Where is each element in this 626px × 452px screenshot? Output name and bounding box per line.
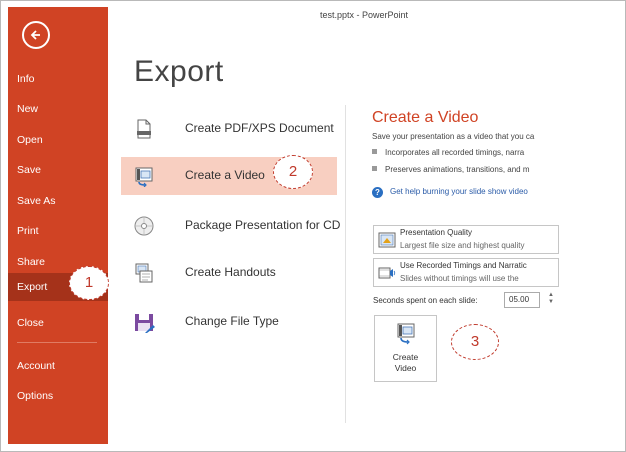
file-type-icon [135, 314, 155, 333]
timings-dropdown[interactable]: Use Recorded Timings and Narratic Slides… [373, 258, 559, 287]
video-panel-bullet: Preserves animations, transitions, and m [372, 165, 560, 174]
sidebar-item-open[interactable]: Open [8, 126, 108, 154]
video-panel-description: Save your presentation as a video that y… [372, 132, 535, 141]
sidebar-item-save-as[interactable]: Save As [8, 187, 108, 215]
bullet-marker [372, 166, 377, 171]
video-panel-title: Create a Video [372, 109, 479, 126]
export-option-label: Create PDF/XPS Document [185, 121, 334, 135]
sidebar-item-print[interactable]: Print [8, 217, 108, 245]
create-video-icon [397, 323, 415, 345]
video-icon [135, 167, 153, 187]
create-video-label: Create Video [375, 352, 436, 374]
help-link[interactable]: ? Get help burning your slide show video [372, 187, 560, 198]
page-title: Export [134, 55, 224, 88]
timings-dropdown-sub: Slides without timings will use the [400, 274, 519, 283]
create-video-label-line1: Create [392, 352, 419, 362]
callout-3: 3 [451, 324, 499, 360]
export-option-cd[interactable]: Package Presentation for CD [121, 207, 341, 245]
sidebar-item-close[interactable]: Close [8, 309, 108, 337]
sidebar-item-info[interactable]: Info [8, 65, 108, 93]
back-button[interactable] [22, 21, 50, 49]
timings-narration-icon [378, 267, 396, 279]
bullet-text: Preserves animations, transitions, and m [385, 165, 530, 174]
quality-dropdown-sub: Largest file size and highest quality [400, 241, 525, 250]
export-option-pdf[interactable]: Create PDF/XPS Document [121, 110, 337, 148]
backstage-sidebar: Info New Open Save Save As Print Share E… [8, 7, 108, 444]
callout-1: 1 [69, 266, 109, 300]
callout-2: 2 [273, 155, 313, 189]
export-option-change-type[interactable]: Change File Type [121, 303, 337, 341]
handouts-icon [135, 263, 153, 283]
quality-dropdown-label: Presentation Quality [400, 228, 473, 237]
window-title: test.pptx - PowerPoint [319, 10, 409, 20]
back-arrow-icon [30, 30, 40, 40]
pdf-document-icon [137, 119, 151, 139]
export-option-label: Change File Type [185, 314, 279, 328]
sidebar-item-account[interactable]: Account [8, 352, 108, 380]
export-option-label: Create Handouts [185, 265, 276, 279]
seconds-input[interactable]: 05.00 [504, 292, 540, 308]
export-option-handouts[interactable]: Create Handouts [121, 254, 337, 292]
quality-dropdown[interactable]: Presentation Quality Largest file size a… [373, 225, 559, 254]
help-link-text: Get help burning your slide show video [390, 187, 528, 196]
create-video-label-line2: Video [394, 363, 417, 373]
sidebar-separator [17, 342, 97, 343]
window-frame: Info New Open Save Save As Print Share E… [0, 0, 626, 452]
spin-down-icon[interactable]: ▼ [546, 299, 556, 306]
export-option-label: Create a Video [185, 168, 265, 182]
timings-dropdown-label: Use Recorded Timings and Narratic [400, 261, 527, 270]
help-icon: ? [372, 187, 383, 198]
sidebar-item-new[interactable]: New [8, 95, 108, 123]
export-option-label: Package Presentation for CD [185, 218, 341, 232]
bullet-marker [372, 149, 377, 154]
create-video-button[interactable]: Create Video [374, 315, 437, 382]
seconds-label: Seconds spent on each slide: [373, 296, 478, 305]
sidebar-item-save[interactable]: Save [8, 156, 108, 184]
sidebar-item-options[interactable]: Options [8, 382, 108, 410]
bullet-text: Incorporates all recorded timings, narra [385, 148, 525, 157]
cd-icon [134, 216, 154, 236]
presentation-quality-icon [378, 232, 396, 248]
spin-up-icon[interactable]: ▲ [546, 292, 556, 299]
seconds-spinner[interactable]: ▲ ▼ [546, 292, 556, 308]
panel-divider [345, 105, 346, 423]
video-panel-bullet: Incorporates all recorded timings, narra [372, 148, 560, 157]
